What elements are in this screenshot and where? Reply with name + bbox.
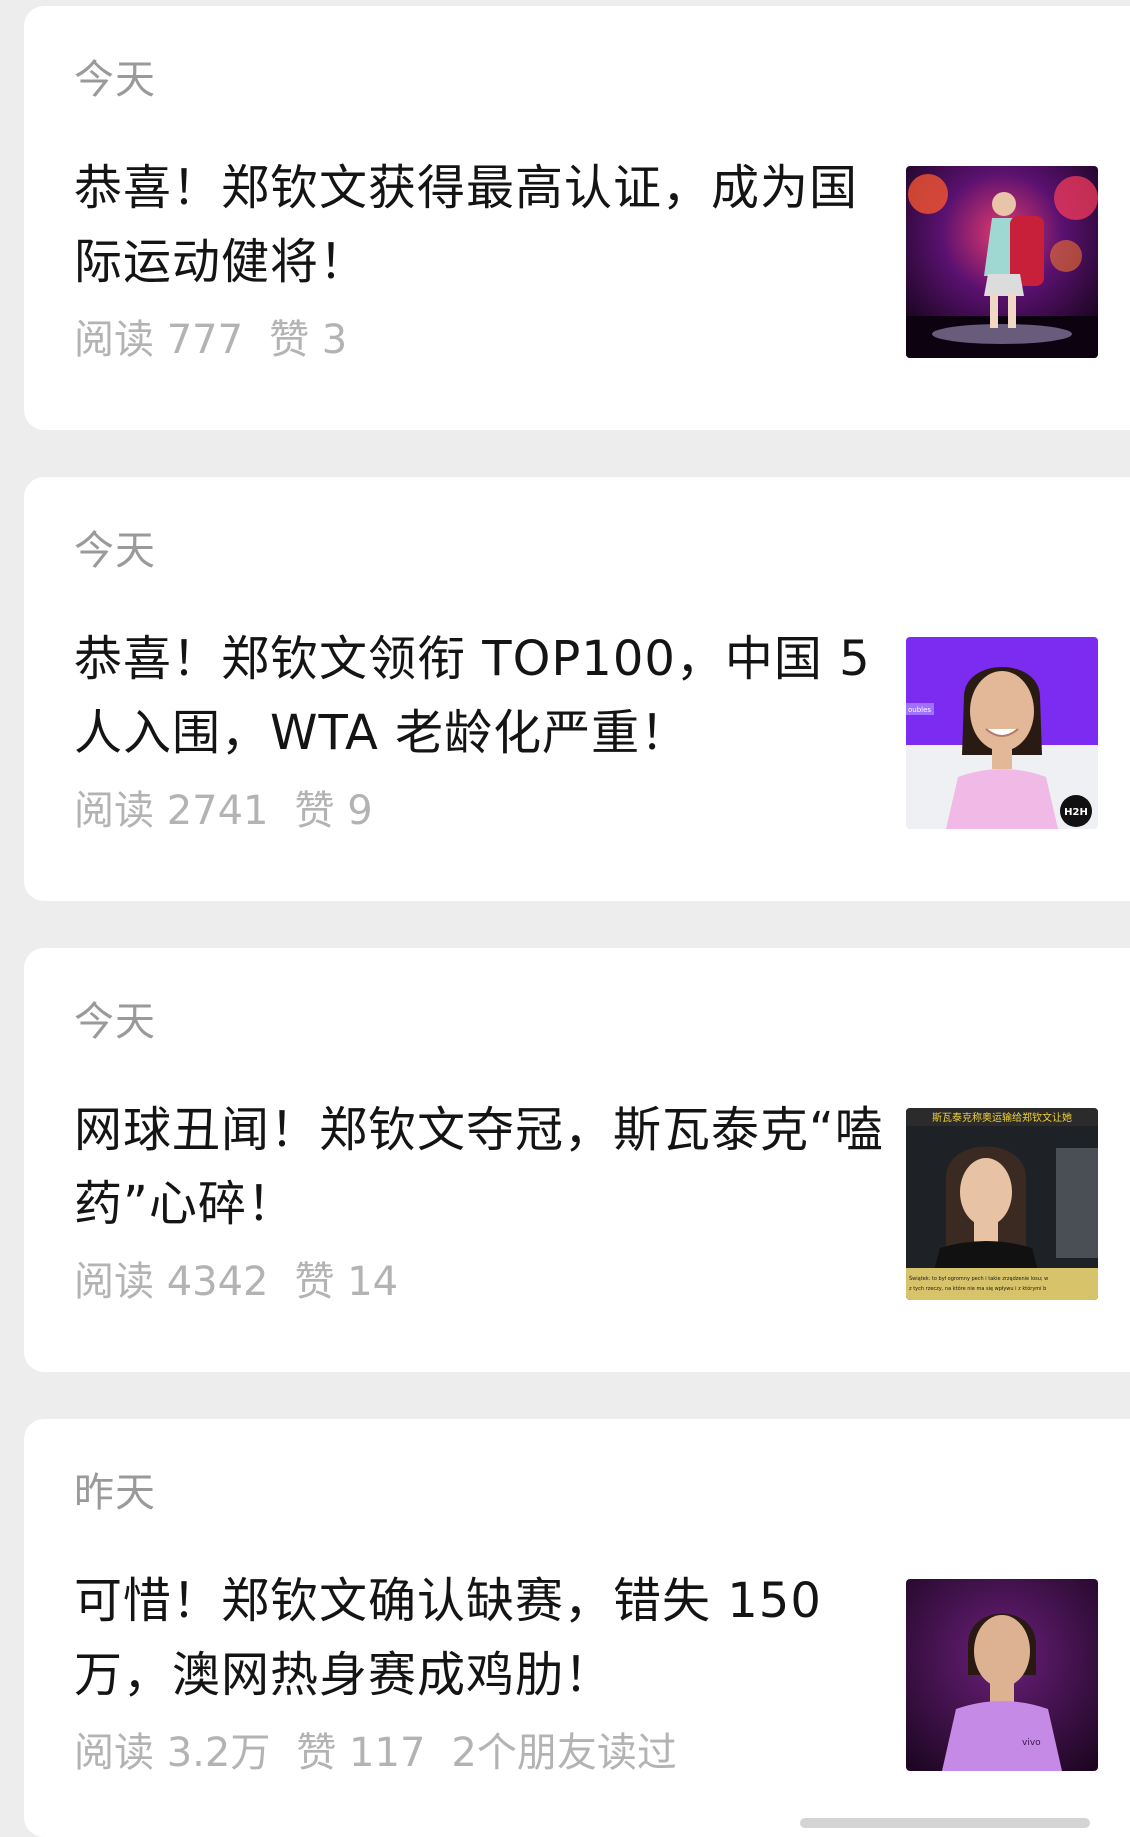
article-stats: 阅读 2741 赞 9	[74, 787, 373, 835]
read-count: 阅读 2741	[74, 788, 269, 834]
article-card[interactable]: 今天 恭喜！郑钦文领衔 TOP100，中国 5 人入围，WTA 老龄化严重！ 阅…	[24, 477, 1130, 901]
article-title[interactable]: 恭喜！郑钦文获得最高认证，成为国际运动健将！	[74, 151, 894, 299]
thumbnail-caption-line-2: z tych rzeczy, na które nie ma się wpływ…	[909, 1285, 1046, 1292]
article-card[interactable]: 今天 网球丑闻！郑钦文夺冠，斯瓦泰克“嗑药”心碎！ 阅读 4342 赞 14 斯瓦…	[24, 948, 1130, 1372]
article-date: 今天	[74, 57, 156, 103]
article-title[interactable]: 网球丑闻！郑钦文夺冠，斯瓦泰克“嗑药”心碎！	[74, 1093, 894, 1241]
article-thumbnail[interactable]: 斯瓦泰克称奥运输给郑钦文让她 Świątek: to był ogromny p…	[906, 1108, 1098, 1300]
thumbnail-caption-line-1: Świątek: to był ogromny pech i takie zrz…	[909, 1275, 1048, 1282]
player-purple-outfit-image: vivo	[906, 1579, 1098, 1771]
thumbnail-brand-text: vivo	[1022, 1738, 1041, 1748]
read-count: 阅读 3.2万	[74, 1730, 271, 1776]
smiling-player-portrait-image: oubles H2H	[906, 637, 1098, 829]
article-stats: 阅读 777 赞 3	[74, 316, 347, 364]
thumbnail-tag-text: oubles	[908, 706, 931, 714]
home-indicator[interactable]	[800, 1818, 1090, 1828]
thumbnail-caption-top: 斯瓦泰克称奥运输给郑钦文让她	[932, 1111, 1072, 1124]
article-thumbnail[interactable]: oubles H2H	[906, 637, 1098, 829]
like-count: 赞 117	[296, 1730, 426, 1776]
article-feed: 今天 恭喜！郑钦文获得最高认证，成为国际运动健将！ 阅读 777 赞 3 今天 …	[0, 0, 1130, 1837]
thumbnail-badge-text: H2H	[1064, 807, 1088, 818]
article-stats: 阅读 4342 赞 14	[74, 1258, 398, 1306]
article-stats: 阅读 3.2万赞 117 2个朋友读过	[74, 1729, 677, 1777]
article-thumbnail[interactable]: vivo	[906, 1579, 1098, 1771]
article-thumbnail[interactable]	[906, 166, 1098, 358]
article-title[interactable]: 恭喜！郑钦文领衔 TOP100，中国 5 人入围，WTA 老龄化严重！	[74, 622, 894, 770]
article-title[interactable]: 可惜！郑钦文确认缺赛，错失 150 万，澳网热身赛成鸡肋！	[74, 1564, 894, 1712]
article-date: 今天	[74, 999, 156, 1045]
like-count: 赞 9	[294, 788, 373, 834]
tennis-player-stage-walkout-image	[906, 166, 1098, 358]
article-card[interactable]: 昨天 可惜！郑钦文确认缺赛，错失 150 万，澳网热身赛成鸡肋！ 阅读 3.2万…	[24, 1419, 1130, 1837]
article-card[interactable]: 今天 恭喜！郑钦文获得最高认证，成为国际运动健将！ 阅读 777 赞 3	[24, 6, 1130, 430]
like-count: 赞 3	[269, 317, 348, 363]
like-count: 赞 14	[294, 1259, 399, 1305]
article-date: 昨天	[74, 1470, 156, 1516]
read-count: 阅读 777	[74, 317, 244, 363]
interview-screenshot-image: 斯瓦泰克称奥运输给郑钦文让她 Świątek: to był ogromny p…	[906, 1108, 1098, 1300]
friends-read-count: 2个朋友读过	[451, 1730, 677, 1776]
article-date: 今天	[74, 528, 156, 574]
read-count: 阅读 4342	[74, 1259, 269, 1305]
